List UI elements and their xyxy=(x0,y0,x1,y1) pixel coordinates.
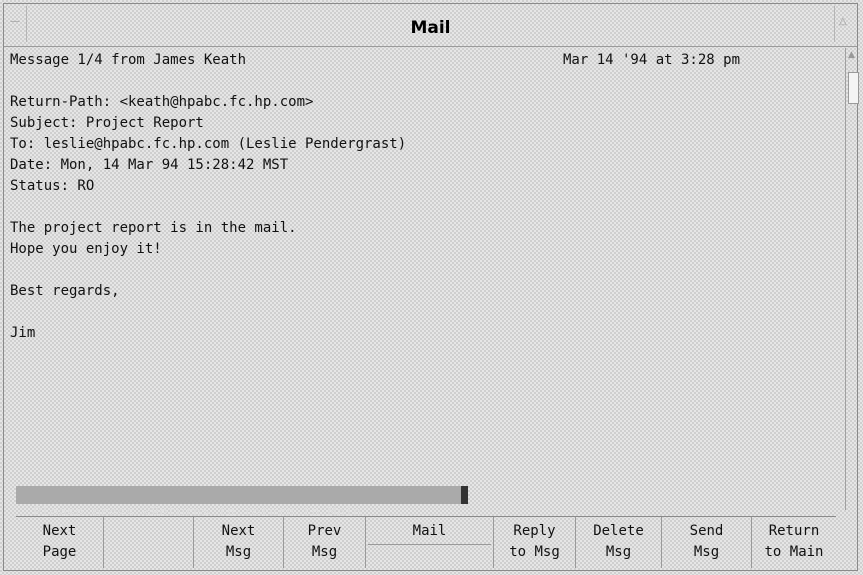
next-msg-button[interactable]: Next Msg xyxy=(194,517,284,568)
header-status: Status: RO xyxy=(10,178,95,194)
prev-msg-button[interactable]: Prev Msg xyxy=(284,517,366,568)
header-subject: Subject: Project Report xyxy=(10,115,204,131)
blank-softkey[interactable] xyxy=(104,517,194,568)
return-label-2: to Main xyxy=(764,544,824,560)
message-header-date: Mar 14 '94 at 3:28 pm xyxy=(563,52,741,68)
prev-msg-label-1: Prev xyxy=(307,523,342,539)
body-line: Best regards, xyxy=(10,283,120,299)
softkey-bar: Next Page Next Msg Prev Msg Mail Reply t… xyxy=(16,516,836,569)
header-to: To: leslie@hpabc.fc.hp.com (Leslie Pende… xyxy=(10,136,407,152)
scroll-thumb[interactable] xyxy=(848,72,859,104)
next-msg-label-1: Next xyxy=(221,523,256,539)
maximize-button[interactable]: △ xyxy=(834,6,855,42)
next-page-label-2: Page xyxy=(42,544,77,560)
body-line: Hope you enjoy it! xyxy=(10,241,162,257)
return-to-main-button[interactable]: Return to Main xyxy=(752,517,836,568)
header-return-path: Return-Path: <keath@hpabc.fc.hp.com> xyxy=(10,94,314,110)
reply-label-2: to Msg xyxy=(509,544,560,560)
maximize-icon: △ xyxy=(839,16,847,27)
text-cursor xyxy=(461,486,468,504)
send-label-2: Msg xyxy=(693,544,720,560)
message-view: Message 1/4 from James Keath Mar 14 '94 … xyxy=(10,47,838,507)
header-date: Date: Mon, 14 Mar 94 15:28:42 MST xyxy=(10,157,289,173)
window-title: Mail xyxy=(410,18,451,38)
return-prompt[interactable]: Please press <Return> to return to Main … xyxy=(16,486,468,521)
mail-button[interactable]: Mail xyxy=(366,517,494,568)
next-page-button[interactable]: Next Page xyxy=(16,517,104,568)
body-signature: Jim xyxy=(10,325,36,341)
next-page-label-1: Next xyxy=(42,523,77,539)
body-line: The project report is in the mail. xyxy=(10,220,297,236)
reply-to-msg-button[interactable]: Reply to Msg xyxy=(494,517,576,568)
delete-label-2: Msg xyxy=(605,544,632,560)
reply-label-1: Reply xyxy=(513,523,556,539)
return-label-1: Return xyxy=(768,523,820,539)
send-label-1: Send xyxy=(689,523,724,539)
prev-msg-label-2: Msg xyxy=(311,544,338,560)
delete-label-1: Delete xyxy=(593,523,644,539)
next-msg-label-2: Msg xyxy=(225,544,252,560)
title-bar: — Mail △ xyxy=(4,4,857,47)
send-msg-button[interactable]: Send Msg xyxy=(662,517,752,568)
mail-label: Mail xyxy=(368,521,491,545)
scroll-up-icon[interactable]: ▲ xyxy=(848,50,857,66)
delete-msg-button[interactable]: Delete Msg xyxy=(576,517,662,568)
vertical-scrollbar[interactable]: ▲ xyxy=(845,48,860,510)
message-header-sender: Message 1/4 from James Keath xyxy=(10,52,247,68)
